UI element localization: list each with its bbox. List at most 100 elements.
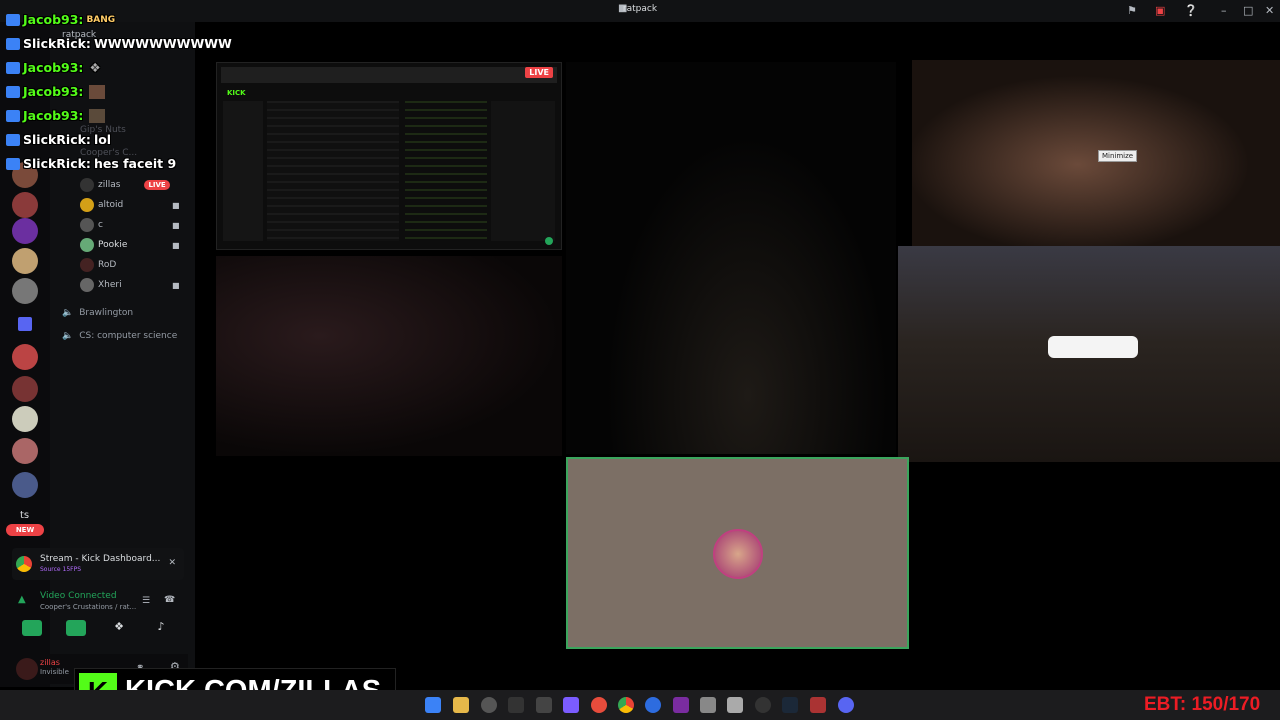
- voice-user-name: Pookie: [98, 240, 128, 250]
- server-icon[interactable]: [12, 248, 38, 274]
- voice-user-rod[interactable]: RoD: [80, 257, 116, 273]
- server-icon[interactable]: [12, 218, 38, 244]
- camera-icon: ■: [172, 221, 180, 230]
- emote-icon: [89, 84, 106, 99]
- app-icon[interactable]: [810, 697, 826, 713]
- close-button[interactable]: ✕: [1265, 4, 1274, 17]
- stream-title: Stream - Kick Dashboard...: [40, 554, 161, 564]
- inbox-icon[interactable]: ⚑: [1127, 4, 1137, 17]
- stream-card[interactable]: Stream - Kick Dashboard... Source 15FPS …: [12, 548, 184, 580]
- server-icon[interactable]: [12, 376, 38, 402]
- voice-channel-brawlington[interactable]: 🔈 Brawlington: [62, 308, 133, 318]
- video-tile-room[interactable]: [898, 246, 1280, 462]
- video-tile-avatar-speaking[interactable]: [566, 457, 909, 649]
- tooltip: Minimize: [1098, 150, 1138, 162]
- chrome-icon[interactable]: [618, 697, 634, 713]
- chat-message: SlickRick: WWWWWWWWWW: [6, 36, 232, 51]
- voice-user-name: c: [98, 220, 103, 230]
- badge-icon: [6, 37, 20, 50]
- user-name: zillas: [40, 658, 60, 667]
- avatar: [713, 529, 763, 579]
- kick-stream-list: [267, 101, 399, 241]
- badge-icon: [6, 133, 20, 146]
- avatar: [80, 218, 94, 232]
- stream-quality: Source 15FPS: [40, 566, 82, 573]
- badge-icon: [6, 109, 20, 122]
- status-dot: [545, 237, 553, 245]
- voice-user-xheri[interactable]: Xheri: [80, 277, 122, 293]
- stream-close-icon[interactable]: ✕: [168, 558, 176, 568]
- app-icon[interactable]: [673, 697, 689, 713]
- avatar[interactable]: [16, 658, 38, 680]
- chat-text: lol: [93, 132, 112, 147]
- server-icon[interactable]: [12, 192, 38, 218]
- taskbar: EBT: 150/170: [0, 690, 1280, 720]
- avatar: [80, 258, 94, 272]
- notepad-icon[interactable]: [727, 697, 743, 713]
- emote-icon: ❖: [89, 60, 101, 75]
- video-tile-webcam[interactable]: [216, 256, 562, 456]
- chat-message: Jacob93: ❖: [6, 60, 101, 75]
- help-icon[interactable]: ❔: [1184, 4, 1198, 17]
- start-icon[interactable]: [425, 697, 441, 713]
- chat-text: BANG: [86, 14, 116, 25]
- camera-button[interactable]: [22, 620, 42, 636]
- voice-user-name: zillas: [98, 180, 121, 190]
- steam-icon[interactable]: [782, 697, 798, 713]
- maximize-button[interactable]: □: [1243, 4, 1253, 17]
- obs-icon[interactable]: [536, 697, 552, 713]
- app-icon[interactable]: [591, 697, 607, 713]
- chat-text: WWWWWWWWWW: [93, 36, 232, 51]
- voice-user-altoid[interactable]: altoid: [80, 197, 123, 213]
- settings-icon[interactable]: [481, 697, 497, 713]
- server-icon[interactable]: [12, 278, 38, 304]
- server-icon[interactable]: [12, 406, 38, 432]
- folder-icon[interactable]: [18, 317, 32, 331]
- chat-user: Jacob93:: [23, 84, 84, 99]
- speaker-icon: 🔈: [62, 308, 74, 318]
- voice-user-name: Xheri: [98, 280, 122, 290]
- channel-name: CS: computer science: [79, 331, 178, 341]
- soundboard-icon[interactable]: ♪: [152, 620, 170, 636]
- chat-user: Jacob93:: [23, 108, 84, 123]
- voice-user-c[interactable]: c: [80, 217, 103, 233]
- activities-icon[interactable]: ❖: [110, 620, 128, 636]
- server-icon[interactable]: [12, 472, 38, 498]
- disconnect-icon[interactable]: ☎: [164, 595, 175, 605]
- server-ts[interactable]: ts: [20, 510, 29, 521]
- camera-icon: ■: [172, 241, 180, 250]
- emote-icon: [89, 108, 106, 123]
- chat-message: Jacob93:: [6, 84, 106, 99]
- chat-text: hes faceit 9: [93, 156, 177, 171]
- avatar: [80, 238, 94, 252]
- monitor-icon[interactable]: ▣: [1155, 4, 1165, 17]
- app-icon[interactable]: [563, 697, 579, 713]
- server-icon[interactable]: [12, 344, 38, 370]
- media-icon[interactable]: [755, 697, 771, 713]
- avatar: [80, 198, 94, 212]
- minimize-button[interactable]: –: [1221, 4, 1227, 17]
- badge-icon: [6, 157, 20, 170]
- live-badge: LIVE: [525, 67, 553, 78]
- voice-status[interactable]: Video Connected: [40, 591, 117, 601]
- noise-suppression-icon[interactable]: ☰: [142, 596, 150, 606]
- screen-share-button[interactable]: [66, 620, 86, 636]
- chat-user: SlickRick:: [23, 156, 91, 171]
- file-explorer-icon[interactable]: [453, 697, 469, 713]
- video-tile-headset-user[interactable]: Minimize: [912, 60, 1280, 250]
- chat-overlay: Jacob93: BANG SlickRick: WWWWWWWWWW Jacob9…: [0, 12, 270, 172]
- discord-icon[interactable]: [838, 697, 854, 713]
- voice-panel: ▲ Video Connected Cooper's Crustations /…: [12, 588, 184, 644]
- server-icon[interactable]: [12, 438, 38, 464]
- voice-channel-path[interactable]: Cooper's Crustations / rat...: [40, 603, 136, 611]
- voice-channel-cs[interactable]: 🔈 CS: computer science: [62, 331, 177, 341]
- app-icon[interactable]: [700, 697, 716, 713]
- chat-user: Jacob93:: [23, 60, 84, 75]
- voice-user-pookie[interactable]: Pookie: [80, 237, 127, 253]
- edge-icon[interactable]: [645, 697, 661, 713]
- chat-message: SlickRick: hes faceit 9: [6, 156, 176, 171]
- app-icon[interactable]: [508, 697, 524, 713]
- voice-user-zillas[interactable]: zillas LIVE: [80, 177, 170, 193]
- voice-user-name: altoid: [98, 200, 124, 210]
- video-tile-dark[interactable]: [566, 62, 896, 454]
